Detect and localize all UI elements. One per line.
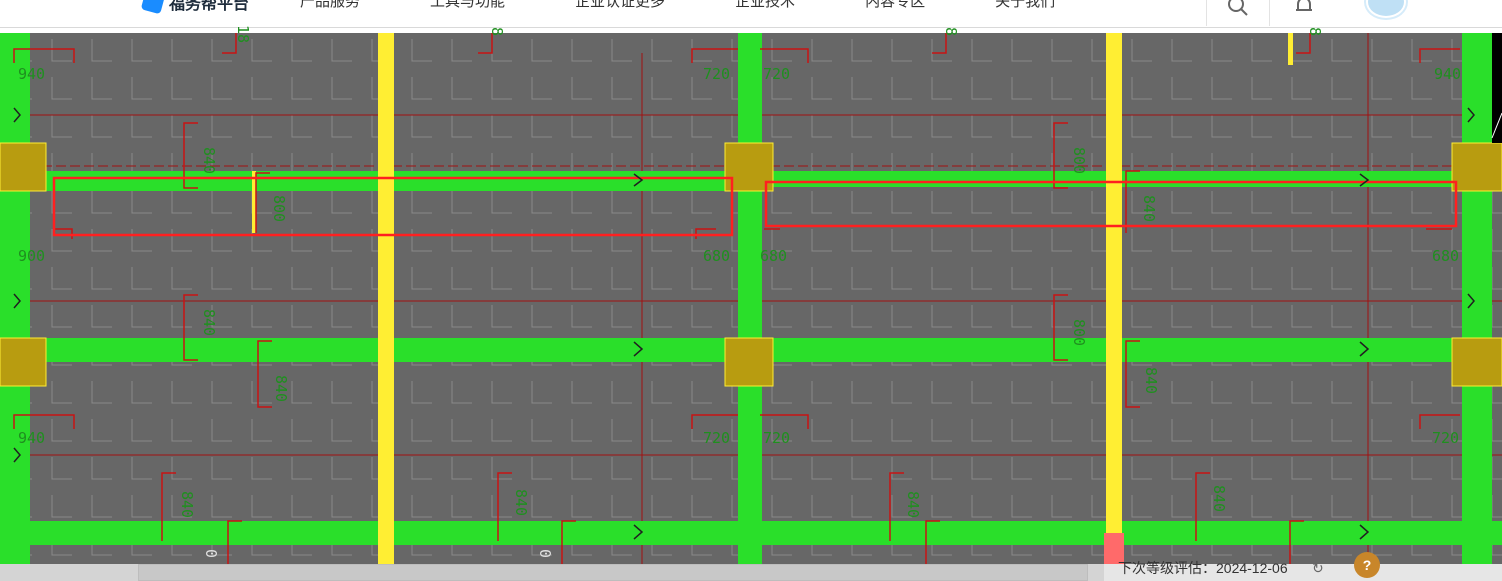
nav-item[interactable]: 工具与功能 bbox=[430, 0, 505, 11]
header-divider bbox=[1269, 0, 1270, 26]
bell-icon[interactable] bbox=[1286, 0, 1322, 20]
beam-label: 800 bbox=[1070, 319, 1088, 347]
nav-item[interactable]: 企业技术 bbox=[735, 0, 795, 11]
partial-label: 0 bbox=[202, 549, 220, 559]
horizontal-scrollbar[interactable] bbox=[138, 564, 1088, 581]
dimension-label: 680 bbox=[760, 247, 788, 265]
beam-label: 840 bbox=[272, 375, 290, 403]
bottom-status-bar: 下次等级评估：2024-12-06 ↻ ? bbox=[0, 552, 1502, 581]
partial-label: 18 bbox=[234, 25, 252, 44]
beam-label: 840 bbox=[1142, 367, 1160, 395]
nav-item[interactable]: 企业认证更多 bbox=[575, 0, 665, 11]
dimension-label: 940 bbox=[18, 429, 46, 447]
dimension-label: 940 bbox=[18, 65, 46, 83]
partial-label: 8 bbox=[1306, 27, 1324, 37]
cad-drawing-canvas[interactable]: 940 720 720 940 900 680 680 680 940 720 … bbox=[0, 25, 1502, 564]
dimension-label: 720 bbox=[763, 429, 791, 447]
help-button[interactable]: ? bbox=[1354, 552, 1380, 578]
beam-label: 840 bbox=[1140, 195, 1158, 223]
beam-label: 840 bbox=[200, 147, 218, 175]
refresh-icon[interactable]: ↻ bbox=[1312, 560, 1324, 577]
beam-label: 800 bbox=[270, 195, 288, 223]
dimension-label: 940 bbox=[1434, 65, 1462, 83]
cad-drawing-svg bbox=[0, 33, 1502, 564]
dimension-label: 720 bbox=[703, 65, 731, 83]
logo-text: 福务帮平台 bbox=[169, 0, 250, 13]
beam-label: 840 bbox=[1210, 485, 1228, 513]
dimension-label: 720 bbox=[763, 65, 791, 83]
nav-item[interactable]: 内容专区 bbox=[865, 0, 925, 11]
dimension-label: 720 bbox=[1432, 429, 1460, 447]
nav-item[interactable]: 关于我们 bbox=[995, 0, 1055, 11]
beam-label: 840 bbox=[178, 491, 196, 519]
dimension-label: 680 bbox=[1432, 247, 1460, 265]
beam-label: 840 bbox=[904, 491, 922, 519]
header-divider bbox=[1206, 0, 1207, 26]
partial-label: 8 bbox=[488, 27, 506, 37]
top-navigation-bar: 福务帮平台 产品服务 工具与功能 企业认证更多 企业技术 内容专区 关于我们 bbox=[0, 0, 1502, 28]
status-text: 下次等级评估：2024-12-06 bbox=[1118, 560, 1288, 576]
dimension-label: 720 bbox=[703, 429, 731, 447]
dimension-label: 900 bbox=[18, 247, 46, 265]
logo-mark-icon bbox=[140, 0, 166, 15]
logo[interactable]: 福务帮平台 bbox=[140, 0, 250, 15]
search-icon[interactable] bbox=[1220, 0, 1256, 20]
avatar[interactable] bbox=[1366, 0, 1406, 18]
nav-item[interactable]: 产品服务 bbox=[300, 0, 360, 11]
main-nav: 产品服务 工具与功能 企业认证更多 企业技术 内容专区 关于我们 bbox=[300, 0, 1055, 11]
dimension-label: 680 bbox=[703, 247, 731, 265]
beam-label: 840 bbox=[200, 309, 218, 337]
partial-label: 0 bbox=[536, 549, 554, 559]
beam-label: 840 bbox=[512, 489, 530, 517]
status-area: 下次等级评估：2024-12-06 ↻ ? bbox=[1104, 552, 1502, 581]
partial-label: 8 bbox=[942, 27, 960, 37]
beam-label: 800 bbox=[1070, 147, 1088, 175]
